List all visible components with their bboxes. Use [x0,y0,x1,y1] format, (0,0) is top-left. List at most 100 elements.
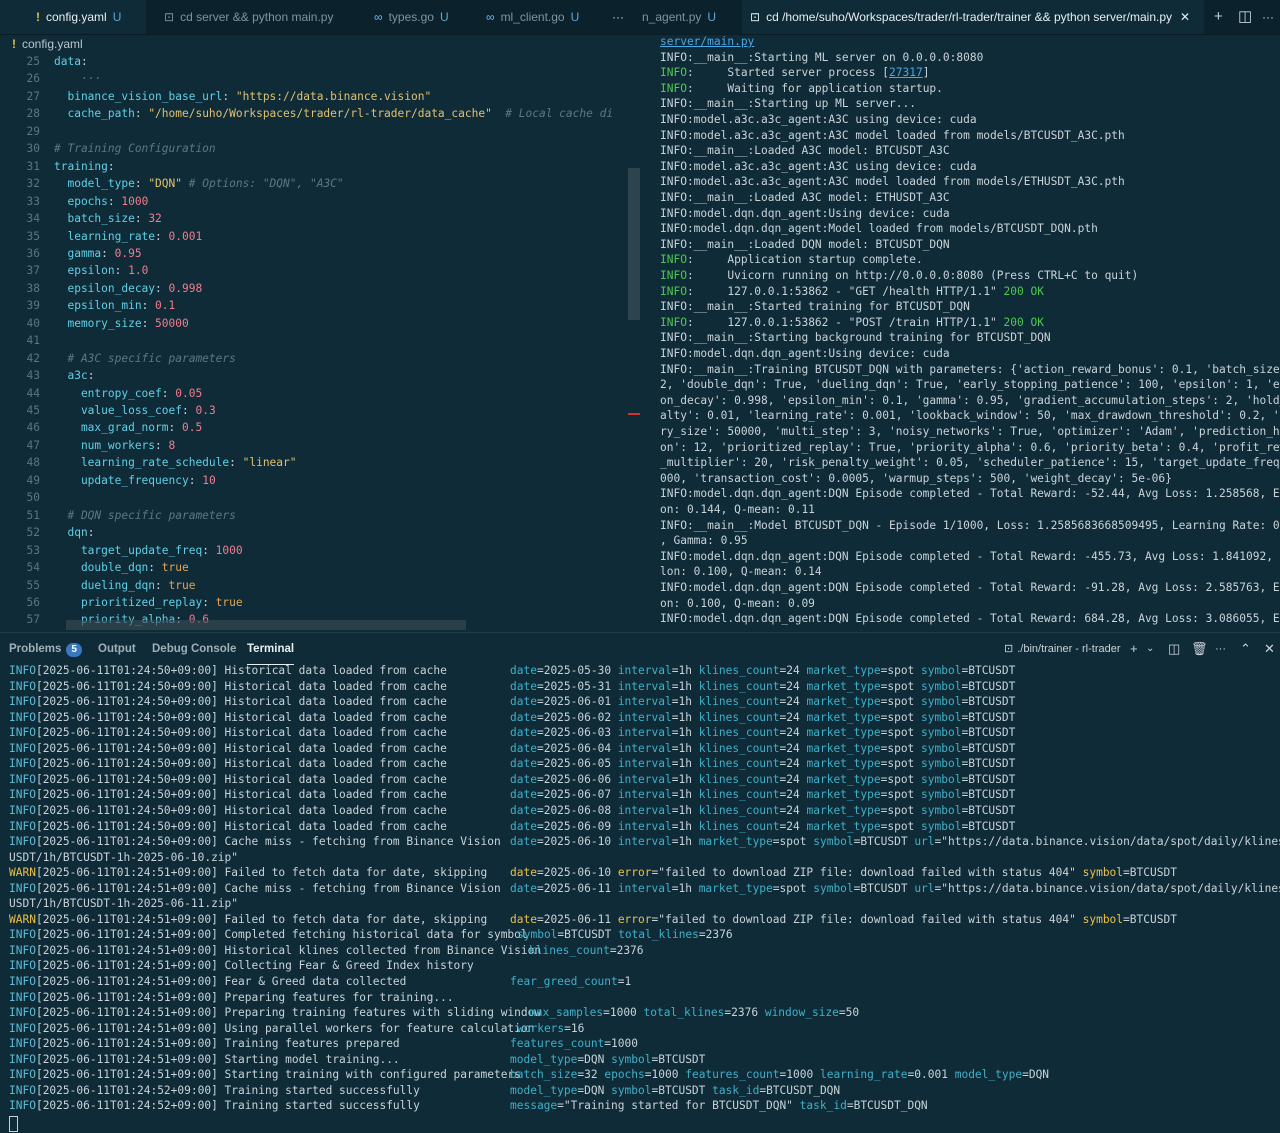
code-token: : [101,246,115,260]
code-line[interactable]: epochs: 1000 [54,195,148,208]
log-level: INFO [9,881,36,895]
code-line[interactable]: # A3C specific parameters [54,352,235,365]
more-actions-icon[interactable]: ··· [1215,633,1226,665]
tab-problems[interactable]: Problems 5 [9,633,82,665]
terminal-text: 200 OK [1003,284,1044,298]
split-editor-icon[interactable]: ◫ [1238,0,1252,34]
code-line[interactable]: dqn: [54,526,94,539]
tab-ml-client-go[interactable]: ∞ ml_client.go U [474,0,602,34]
terminal-selector[interactable]: ⊡ ./bin/trainer - rl-trader [1004,633,1121,665]
code-line[interactable]: model_type: "DQN" # Options: "DQN", "A3C… [54,177,343,190]
terminal-text: INFO [660,315,687,329]
editor-horizontal-scrollbar[interactable] [66,620,466,630]
code-editor[interactable]: 25 data: 26 ··· 27 binance_vision_base_url:… [0,54,648,632]
code-line[interactable]: gamma: 0.95 [54,246,141,260]
field-key: date [510,819,537,833]
code-line[interactable]: value_loss_coef: 0.3 [54,404,216,417]
new-terminal-plus-icon[interactable]: + [1130,633,1138,665]
code-line[interactable]: num_workers: 8 [54,439,175,452]
code-line[interactable]: target_update_freq: 1000 [54,544,243,557]
code-line[interactable]: batch_size: 32 [54,212,161,225]
code-line[interactable]: entropy_coef: 0.05 [54,387,202,400]
field-key: interval [617,664,672,677]
code-line[interactable]: learning_rate: 0.001 [54,230,202,243]
code-line[interactable]: epsilon_min: 0.1 [54,299,175,312]
field-value: spot [779,881,807,895]
code-token: : [202,543,216,557]
code-token: : [222,89,236,103]
split-terminal-icon[interactable]: ◫ [1168,633,1180,665]
field-value: BTCUSDT [968,803,1016,817]
tab-server-terminal[interactable]: ⊡ cd server && python main.py [150,0,358,34]
terminal-text: http://0.0.0.0:8080 [855,269,984,282]
log-fields: date=2025-06-01 interval=1h klines_count… [510,695,1016,709]
field-key: interval [617,710,672,724]
log-line: WARN[2025-06-11T01:24:51+09:00] Failed t… [9,913,487,926]
line-number: 40 [26,316,40,330]
log-level: INFO [9,803,36,817]
code-line[interactable]: double_dqn: true [54,561,189,574]
log-message: [2025-06-11T01:24:50+09:00] Historical d… [35,772,447,786]
code-token: : [107,194,122,208]
field-key: market_type [806,741,881,755]
code-line[interactable]: a3c: [54,369,94,382]
code-line[interactable]: # Training Configuration [54,142,216,155]
code-line[interactable]: cache_path: "/home/suho/Workspaces/trade… [54,107,613,120]
close-icon[interactable]: ✕ [1180,10,1190,24]
code-line[interactable]: training: [54,160,115,173]
yaml-file-icon: ! [12,37,16,51]
code-line[interactable]: prioritized_replay: true [54,596,243,609]
field-value: 1000 [609,1006,637,1020]
maximize-panel-icon[interactable]: ⌃ [1240,633,1251,665]
line-number: 44 [26,386,40,400]
field-key: date [510,835,537,849]
trash-icon[interactable]: 🗑 [1191,633,1208,665]
field-value: 1h [678,757,692,771]
breadcrumb[interactable]: ! config.yaml [0,34,648,54]
log-line: INFO[2025-06-11T01:24:50+09:00] Historic… [9,773,447,786]
tab-trainer-terminal[interactable]: ⊡ cd /home/suho/Workspaces/trader/rl-trad… [742,0,1204,34]
code-line[interactable]: dueling_dqn: true [54,579,196,592]
tabs-overflow-button[interactable]: ··· [612,0,624,34]
code-line[interactable]: ··· [54,72,101,85]
code-line[interactable]: max_grad_norm: 0.5 [54,421,202,434]
code-token: epsilon_min [54,299,142,313]
server-terminal-output[interactable]: server/main.py INFO:__main__:Starting ML … [656,34,1280,630]
code-line[interactable]: epsilon: 1.0 [54,264,148,277]
editor-scrollbar[interactable] [628,168,640,320]
code-line[interactable]: data: [54,55,88,68]
tab-types-go[interactable]: ∞ types.go U [362,0,472,34]
terminal-text: INFO:__main__:Loaded DQN model: BTCUSDT_… [660,237,950,251]
code-line[interactable]: learning_rate_schedule: "linear" [54,456,297,469]
log-message: [2025-06-11T01:24:50+09:00] Historical d… [35,788,447,802]
more-actions-icon[interactable]: ··· [1262,0,1274,34]
trainer-terminal-output[interactable]: INFO[2025-06-11T01:24:50+09:00] Historic… [0,664,1280,1133]
line-number: 32 [26,177,40,191]
close-panel-icon[interactable]: ✕ [1264,633,1275,665]
tab-terminal[interactable]: Terminal [247,633,295,665]
field-key: interval [617,741,672,755]
log-message: [2025-06-11T01:24:51+09:00] Failed to fe… [35,866,488,880]
field-value: BTCUSDT [564,928,612,942]
chevron-down-icon[interactable]: ⌄ [1146,633,1154,665]
tab-config-yaml[interactable]: ! config.yaml U [0,0,146,34]
new-terminal-plus-icon[interactable]: + [1214,0,1223,34]
code-line[interactable]: update_frequency: 10 [54,474,216,487]
tab-debug-console[interactable]: Debug Console [152,633,236,665]
field-key: interval [617,835,672,849]
code-line[interactable]: epsilon_decay: 0.998 [54,282,202,295]
field-key: klines_count [698,772,780,786]
log-message: [2025-06-11T01:24:51+09:00] Historical k… [35,943,542,957]
code-token: : [148,561,162,575]
tab-agent-py[interactable]: n_agent.py U [640,0,740,34]
code-line[interactable]: binance_vision_base_url: "https://data.b… [54,90,431,103]
code-line[interactable]: # DQN specific parameters [54,509,235,522]
code-token: 0.1 [155,299,176,313]
tab-output[interactable]: Output [98,633,136,665]
line-number: 49 [26,473,40,487]
field-value: 2025-06-08 [543,803,612,817]
field-value: 2025-05-30 [543,664,612,677]
code-line[interactable]: memory_size: 50000 [54,317,188,330]
log-level: INFO [9,959,36,973]
log-level: INFO [9,943,36,957]
